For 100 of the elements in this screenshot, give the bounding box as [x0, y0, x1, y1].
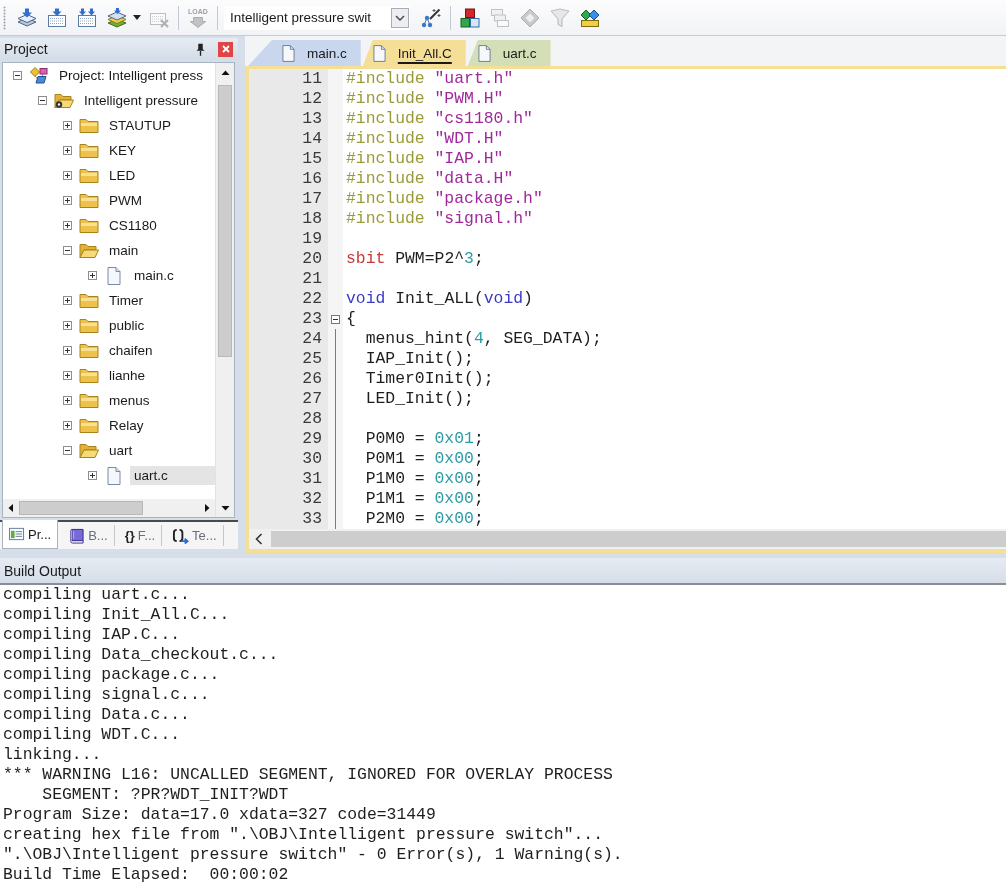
code-line: #include "signal.h"	[346, 209, 533, 229]
vertical-scrollbar[interactable]	[215, 63, 234, 517]
cubes-icon	[460, 7, 480, 28]
folder-icon	[79, 191, 99, 210]
open-folder-icon	[79, 441, 99, 460]
tree-item[interactable]: LED	[105, 166, 140, 185]
line-number: 15	[302, 149, 322, 169]
code-line: LED_Init();	[364, 389, 474, 409]
folder-icon	[79, 141, 99, 160]
panel-tab[interactable]: B...	[63, 525, 115, 546]
grid-arrows-icon	[77, 7, 97, 28]
diamond-icon	[520, 7, 540, 28]
expand-toggle[interactable]	[63, 421, 72, 430]
line-number: 27	[302, 389, 322, 409]
line-number: 31	[302, 469, 322, 489]
expand-toggle[interactable]	[63, 371, 72, 380]
folder-gear-icon	[54, 91, 74, 110]
code-line: IAP_Init();	[364, 349, 474, 369]
open-folder-icon	[79, 241, 99, 260]
code-line: Timer0Init();	[364, 369, 494, 389]
tree-item[interactable]: uart.c	[130, 466, 215, 485]
folder-icon	[79, 416, 99, 435]
expand-toggle[interactable]	[63, 296, 72, 305]
expand-toggle[interactable]	[38, 96, 47, 105]
output-line: compiling WDT.C...	[3, 725, 181, 745]
chevron-left-icon[interactable]	[255, 533, 263, 545]
tree-item[interactable]: lianhe	[105, 366, 150, 385]
expand-toggle[interactable]	[63, 321, 72, 330]
line-number: 25	[302, 349, 322, 369]
output-line: SEGMENT: ?PR?WDT_INIT?WDT	[41, 785, 289, 805]
file-icon	[477, 44, 491, 62]
stacked-windows-icon	[490, 7, 510, 28]
line-number: 28	[302, 409, 322, 429]
line-number: 29	[302, 429, 322, 449]
panel-tab[interactable]: Te...	[167, 525, 224, 546]
output-line: creating hex file from ".\OBJ\Intelligent pressure switch"...	[3, 825, 603, 845]
tree-item[interactable]: main	[105, 241, 143, 260]
expand-toggle[interactable]	[63, 121, 72, 130]
output-line: compiling signal.c...	[3, 685, 210, 705]
tree-item[interactable]: Project: Intelligent press	[55, 66, 208, 85]
tree-item[interactable]: STAUTUP	[105, 116, 175, 135]
pin-icon[interactable]	[196, 42, 205, 56]
line-number: 16	[302, 169, 322, 189]
editor-tab[interactable]: Init_All.C	[362, 40, 466, 66]
layers-arrow-icon	[17, 7, 37, 28]
expand-toggle[interactable]	[63, 446, 72, 455]
expand-toggle[interactable]	[63, 396, 72, 405]
code-line: #include "cs1180.h"	[346, 109, 533, 129]
tree-item[interactable]: main.c	[130, 266, 178, 285]
expand-toggle[interactable]	[63, 146, 72, 155]
grip-icon[interactable]	[3, 5, 6, 30]
expand-toggle[interactable]	[63, 196, 72, 205]
line-number: 17	[302, 189, 322, 209]
line-number: 18	[302, 209, 322, 229]
tree-item[interactable]: menus	[105, 391, 154, 410]
scrollbar-thumb[interactable]	[218, 85, 232, 357]
line-number: 24	[302, 329, 322, 349]
expand-toggle[interactable]	[63, 171, 72, 180]
horizontal-scrollbar[interactable]	[3, 499, 215, 517]
tree-item[interactable]: chaifen	[105, 341, 157, 360]
expand-toggle[interactable]	[63, 221, 72, 230]
line-number: 23	[302, 309, 322, 329]
editor-tab[interactable]: uart.c	[467, 40, 551, 66]
tree-item[interactable]: Relay	[105, 416, 148, 435]
editor-tab[interactable]: main.c	[248, 40, 361, 66]
tree-item[interactable]: CS1180	[105, 216, 161, 235]
tree-item[interactable]: Timer	[105, 291, 147, 310]
tree-item[interactable]: uart	[105, 441, 137, 460]
target-select[interactable]: Intelligent pressure swit	[224, 5, 410, 30]
close-button[interactable]	[218, 41, 233, 57]
output-line: Program Size: data=17.0 xdata=327 code=31449	[3, 805, 436, 825]
code-line: #include "data.H"	[346, 169, 514, 189]
line-number: 11	[302, 69, 322, 89]
close-icon	[221, 45, 230, 53]
tree-item[interactable]: Intelligent pressure	[80, 91, 203, 110]
tree-item[interactable]: public	[105, 316, 149, 335]
line-number: 21	[302, 269, 322, 289]
scrollbar-thumb[interactable]	[271, 531, 1006, 547]
expand-toggle[interactable]	[13, 71, 22, 80]
tree-item[interactable]: PWM	[105, 191, 146, 210]
code-line: P2M0 = 0x00;	[364, 509, 484, 529]
line-number: 32	[302, 489, 322, 509]
code-line: P1M0 = 0x00;	[364, 469, 484, 489]
file-icon	[372, 44, 386, 62]
expand-toggle[interactable]	[63, 246, 72, 255]
funnel-icon	[550, 7, 570, 28]
expand-toggle[interactable]	[88, 271, 97, 280]
tree-item[interactable]: KEY	[105, 141, 140, 160]
collapse-toggle[interactable]	[331, 314, 340, 324]
expand-toggle[interactable]	[88, 471, 97, 480]
panel-tab[interactable]: {} F...	[119, 525, 163, 546]
horizontal-scrollbar[interactable]	[249, 529, 1006, 549]
shapes-icon	[29, 66, 49, 85]
line-number: 30	[302, 449, 322, 469]
code-line: P0M1 = 0x00;	[364, 449, 484, 469]
output-line: ".\OBJ\Intelligent pressure switch" - 0 Error(s), 1 Warning(s).	[3, 845, 623, 865]
panel-tab[interactable]: Pr...	[2, 520, 59, 549]
expand-toggle[interactable]	[63, 346, 72, 355]
output-line: compiling Data.c...	[3, 705, 190, 725]
scrollbar-thumb[interactable]	[19, 501, 143, 515]
